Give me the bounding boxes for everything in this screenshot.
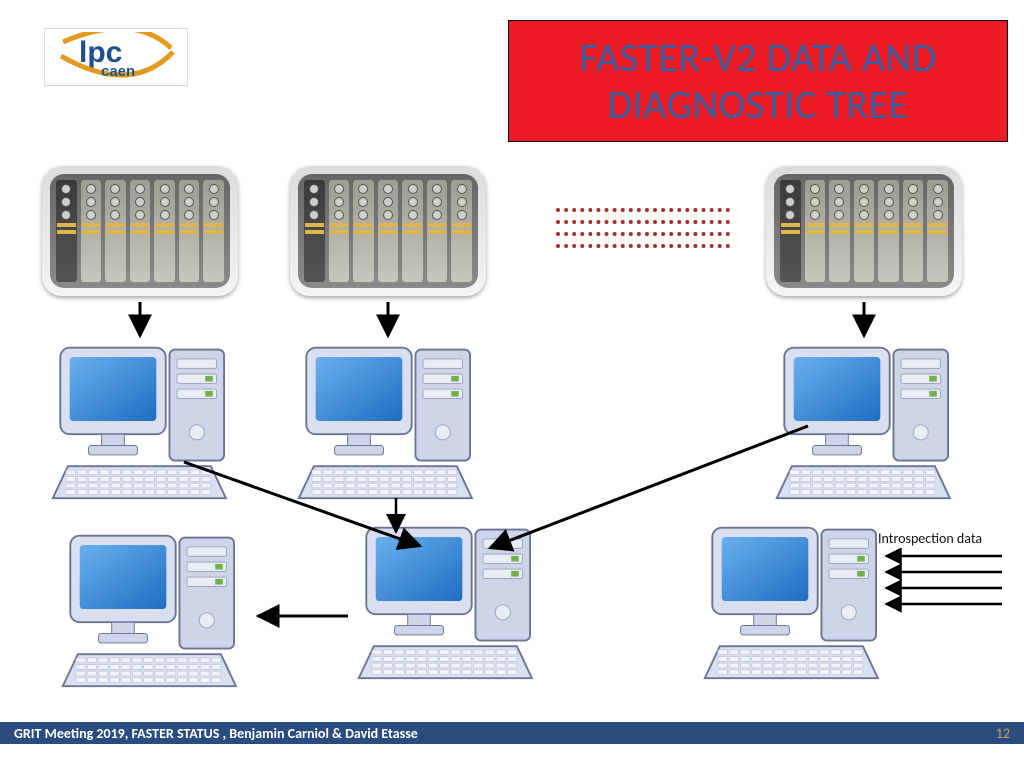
slide-footer: GRIT Meeting 2019, FASTER STATUS , Benja…	[0, 720, 1024, 746]
crate-slot	[903, 180, 924, 282]
computer-node	[60, 530, 250, 690]
computer-icon	[356, 522, 546, 682]
computer-node	[774, 342, 964, 502]
crate-slot	[353, 180, 374, 282]
crate-inner	[298, 174, 478, 288]
logo-text-bottom: caen	[101, 63, 135, 80]
crate-slot	[81, 180, 102, 282]
hardware-crate	[42, 166, 238, 296]
crate-slot	[378, 180, 399, 282]
ellipsis-row	[556, 220, 730, 224]
computer-node	[296, 342, 486, 502]
crate-slot	[805, 180, 826, 282]
introspection-label: Introspection data	[878, 530, 982, 547]
crate-inner	[50, 174, 230, 288]
crate-slot	[829, 180, 850, 282]
crate-slot	[105, 180, 126, 282]
computer-icon	[296, 342, 486, 502]
ellipsis-indicator	[556, 208, 730, 248]
ellipsis-row	[556, 244, 730, 248]
computer-node	[50, 342, 240, 502]
crate-slot	[780, 180, 801, 282]
crate-slot	[304, 180, 325, 282]
crate-slot	[402, 180, 423, 282]
crate-slot	[154, 180, 175, 282]
ellipsis-row	[556, 208, 730, 212]
ellipsis-row	[556, 232, 730, 236]
hardware-crate	[290, 166, 486, 296]
hardware-crate	[766, 166, 962, 296]
computer-node	[356, 522, 546, 682]
computer-icon	[50, 342, 240, 502]
crate-slot	[451, 180, 472, 282]
logo-glyph: lpc caen	[53, 32, 179, 82]
page-number: 12	[996, 725, 1010, 742]
footer-text: GRIT Meeting 2019, FASTER STATUS , Benja…	[14, 725, 418, 742]
crate-slot	[878, 180, 899, 282]
crate-slot	[854, 180, 875, 282]
crate-slot	[927, 180, 948, 282]
slide-title: FASTER-V2 DATA AND DIAGNOSTIC TREE	[508, 20, 1008, 142]
computer-icon	[60, 530, 250, 690]
crate-slot	[56, 180, 77, 282]
computer-node	[702, 522, 892, 682]
computer-icon	[774, 342, 964, 502]
lpc-caen-logo: lpc caen	[44, 28, 188, 86]
crate-inner	[774, 174, 954, 288]
crate-slot	[427, 180, 448, 282]
introspection-arrows	[880, 548, 1010, 628]
crate-slot	[329, 180, 350, 282]
crate-slot	[179, 180, 200, 282]
crate-slot	[130, 180, 151, 282]
crate-slot	[203, 180, 224, 282]
computer-icon	[702, 522, 892, 682]
